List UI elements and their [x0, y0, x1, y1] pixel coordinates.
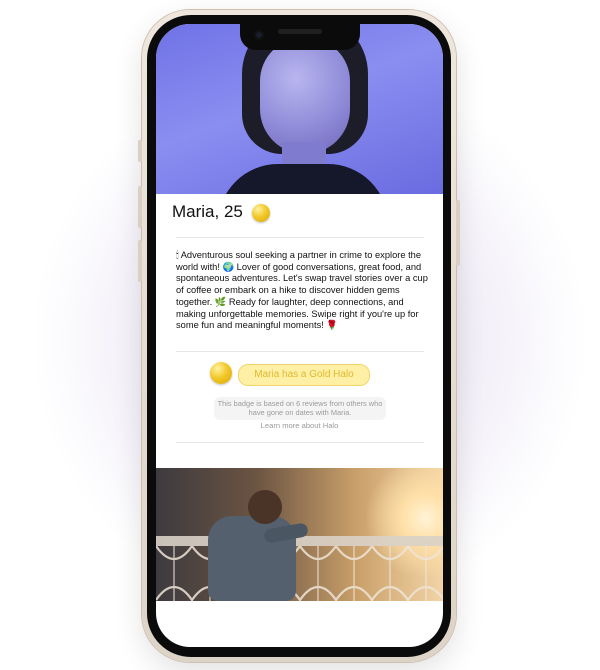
front-camera-icon	[254, 30, 264, 40]
power-button	[456, 200, 460, 266]
learn-more-halo-link[interactable]: Learn more about Halo	[156, 421, 443, 430]
profile-bio: 🕯 Adventurous soul seeking a partner in …	[176, 250, 428, 331]
volume-down-button	[138, 240, 142, 282]
photo-person-head	[248, 490, 282, 524]
speaker-grille	[278, 29, 322, 34]
photo-face	[260, 38, 350, 154]
halo-status-pill[interactable]: Maria has a Gold Halo	[238, 364, 370, 386]
second-profile-photo[interactable]	[156, 468, 443, 601]
profile-name-age: Maria, 25	[172, 202, 243, 221]
volume-up-button	[138, 186, 142, 228]
phone-notch	[240, 24, 360, 50]
app-screen: Maria, 25 🕯 Adventurous soul seeking a p…	[156, 24, 443, 647]
halo-explanation: This badge is based on 6 reviews from ot…	[214, 397, 386, 420]
mute-switch	[138, 140, 142, 162]
divider-bottom	[176, 442, 424, 443]
photo-shirt	[218, 164, 388, 194]
gold-halo-icon-large	[210, 362, 232, 384]
photo-person	[208, 490, 309, 601]
divider-top	[176, 237, 424, 238]
divider-middle	[176, 351, 424, 352]
gold-halo-icon	[252, 204, 270, 222]
